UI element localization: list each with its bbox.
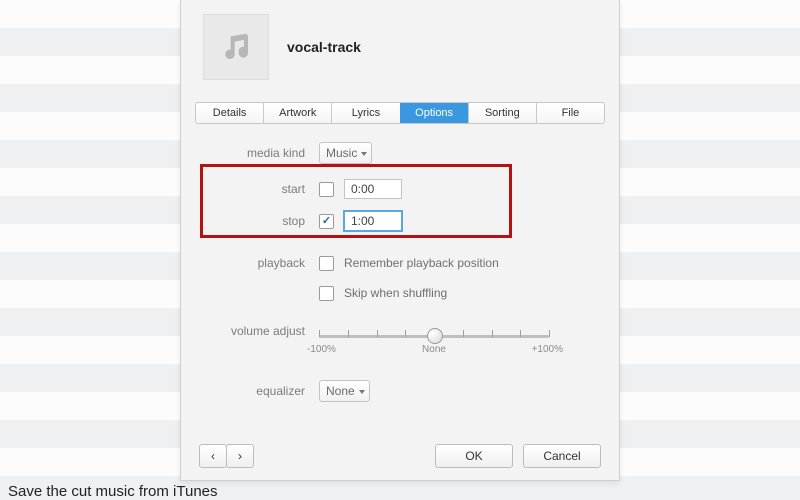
cancel-button[interactable]: Cancel bbox=[523, 444, 601, 468]
tab-file[interactable]: File bbox=[536, 103, 604, 123]
page-caption: Save the cut music from iTunes bbox=[8, 483, 218, 500]
tab-bar: Details Artwork Lyrics Options Sorting F… bbox=[195, 102, 605, 124]
album-art-placeholder bbox=[203, 14, 269, 80]
volume-left-label: -100% bbox=[307, 344, 336, 355]
stop-checkbox[interactable] bbox=[319, 214, 334, 229]
start-label: start bbox=[205, 182, 309, 196]
playback-label: playback bbox=[205, 256, 309, 270]
remember-position-label: Remember playback position bbox=[344, 256, 499, 270]
media-kind-select[interactable]: Music bbox=[319, 142, 372, 164]
options-form: media kind Music start 0:00 stop 1:00 pl… bbox=[181, 124, 619, 420]
equalizer-label: equalizer bbox=[205, 384, 309, 398]
stop-time-input[interactable]: 1:00 bbox=[344, 211, 402, 231]
track-info-dialog: vocal-track Details Artwork Lyrics Optio… bbox=[180, 0, 620, 481]
next-track-button[interactable]: › bbox=[226, 444, 254, 468]
music-note-icon bbox=[220, 31, 252, 63]
ok-button[interactable]: OK bbox=[435, 444, 513, 468]
tab-artwork[interactable]: Artwork bbox=[263, 103, 331, 123]
tab-details[interactable]: Details bbox=[196, 103, 263, 123]
track-title: vocal-track bbox=[287, 39, 361, 55]
start-time-input[interactable]: 0:00 bbox=[344, 179, 402, 199]
skip-shuffling-label: Skip when shuffling bbox=[344, 286, 447, 300]
tab-lyrics[interactable]: Lyrics bbox=[331, 103, 399, 123]
volume-adjust-label: volume adjust bbox=[205, 318, 309, 338]
tab-sorting[interactable]: Sorting bbox=[468, 103, 536, 123]
equalizer-select[interactable]: None bbox=[319, 380, 370, 402]
stop-label: stop bbox=[205, 214, 309, 228]
volume-slider-thumb[interactable] bbox=[427, 328, 443, 344]
volume-center-label: None bbox=[422, 344, 446, 355]
tab-options[interactable]: Options bbox=[400, 103, 468, 123]
start-checkbox[interactable] bbox=[319, 182, 334, 197]
media-kind-label: media kind bbox=[205, 146, 309, 160]
volume-right-label: +100% bbox=[532, 344, 563, 355]
skip-shuffling-checkbox[interactable] bbox=[319, 286, 334, 301]
dialog-header: vocal-track bbox=[181, 0, 619, 102]
prev-track-button[interactable]: ‹ bbox=[199, 444, 227, 468]
dialog-button-bar: ‹ › OK Cancel bbox=[181, 444, 619, 468]
remember-position-checkbox[interactable] bbox=[319, 256, 334, 271]
